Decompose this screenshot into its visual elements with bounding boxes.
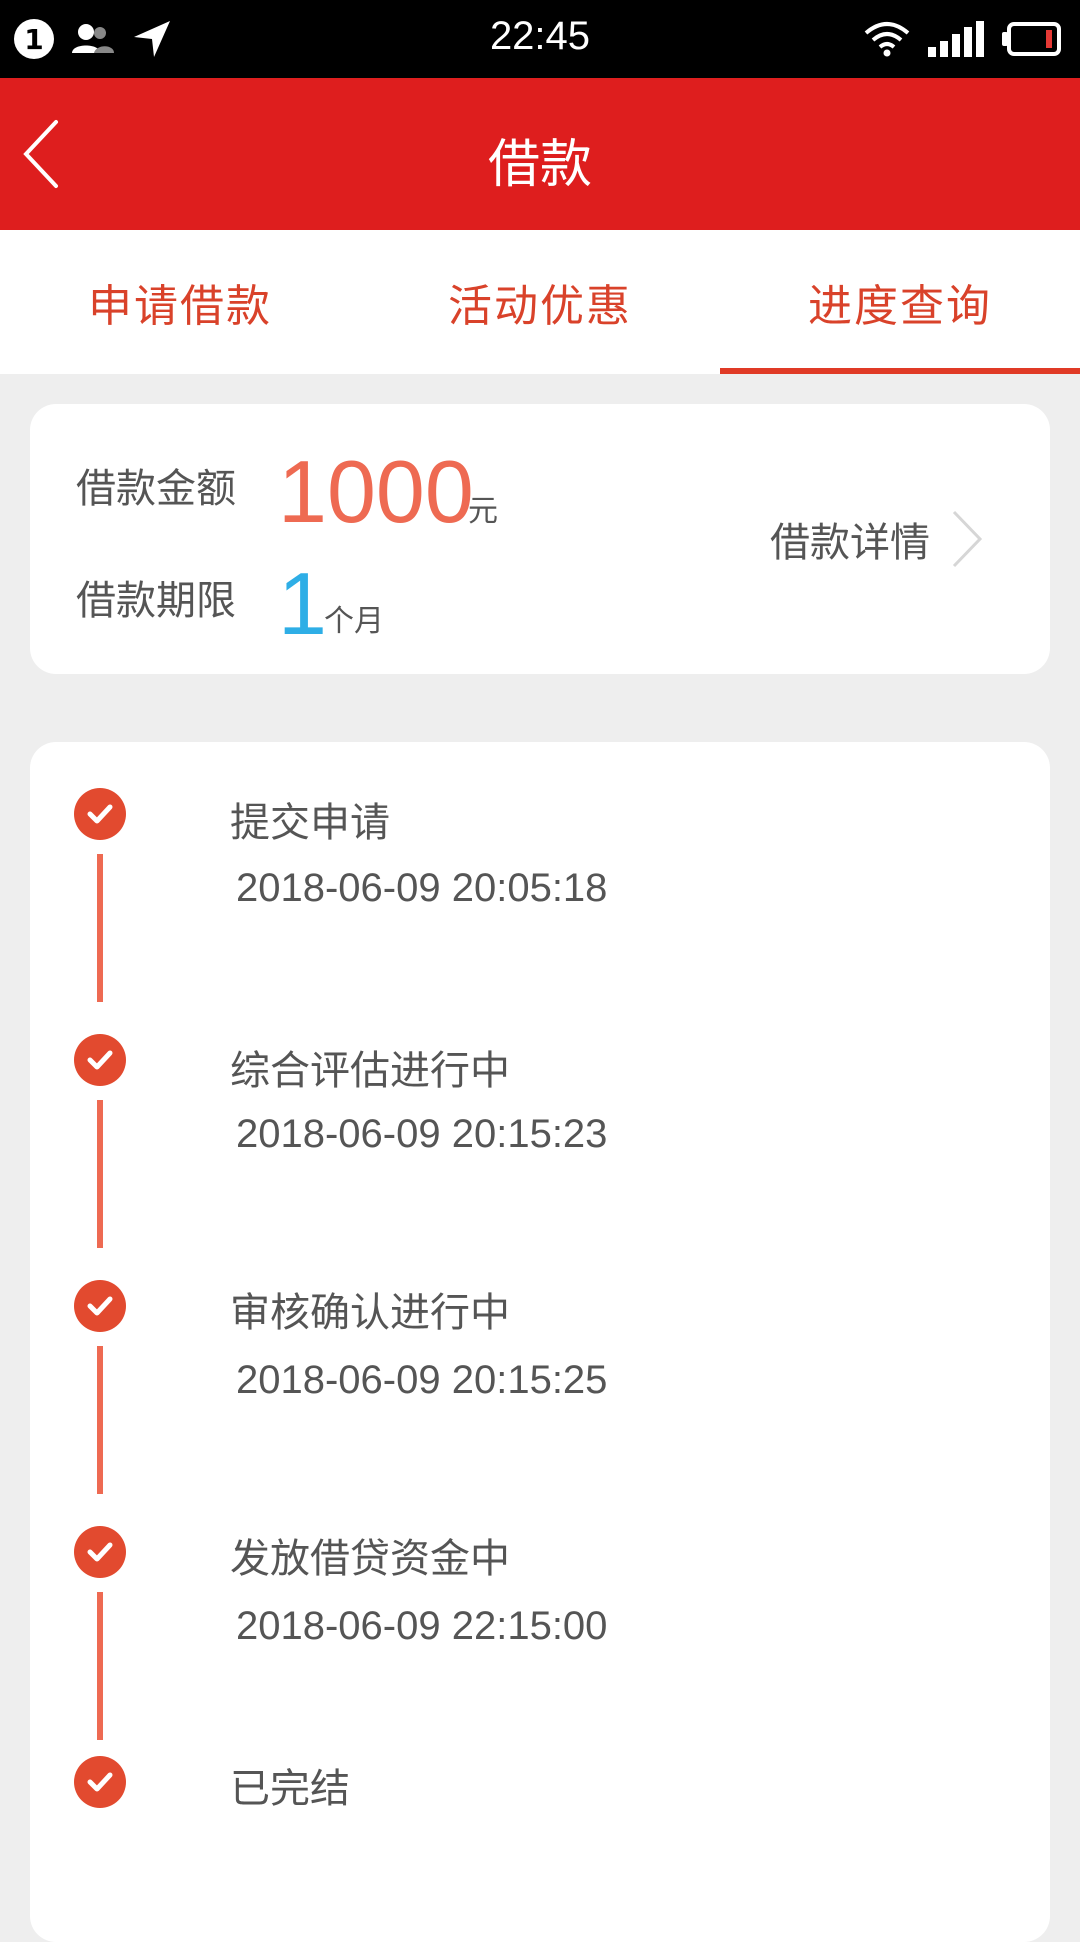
tab-progress[interactable]: 进度查询 (720, 230, 1080, 374)
step-check-icon (74, 788, 126, 840)
step-connector (97, 1346, 103, 1494)
app-header: 借款 (0, 78, 1080, 230)
term-value: 1 (278, 554, 327, 653)
loan-summary-card: 借款金额 1000 元 借款期限 1 个月 借款详情 (30, 404, 1050, 674)
chevron-right-icon (952, 510, 983, 568)
battery-icon (1002, 22, 1061, 56)
step-title: 提交申请 (230, 800, 390, 846)
step-check-icon (74, 1526, 126, 1578)
amount-label: 借款金额 (76, 466, 236, 512)
status-bar: 1 22:45 (0, 0, 1080, 78)
step-connector (97, 854, 103, 1002)
step-connector (97, 1100, 103, 1248)
term-unit: 个月 (324, 604, 384, 639)
step-time: 2018-06-09 20:15:23 (236, 1112, 608, 1156)
step-title: 已完结 (230, 1766, 350, 1812)
wifi-icon (864, 22, 910, 57)
step-title: 发放借贷资金中 (230, 1536, 510, 1582)
loan-detail-link[interactable]: 借款详情 (770, 504, 984, 574)
progress-timeline-card: 提交申请 2018-06-09 20:05:18 综合评估进行中 2018-06… (30, 742, 1050, 1942)
step-time: 2018-06-09 20:05:18 (236, 866, 608, 910)
tab-bar: 申请借款 活动优惠 进度查询 (0, 230, 1080, 374)
step-check-icon (74, 1034, 126, 1086)
step-time: 2018-06-09 22:15:00 (236, 1604, 608, 1648)
step-check-icon (74, 1756, 126, 1808)
loan-detail-label: 借款详情 (770, 520, 930, 566)
step-connector (97, 1592, 103, 1740)
step-title: 审核确认进行中 (230, 1290, 510, 1336)
active-tab-indicator (720, 368, 1080, 374)
term-label: 借款期限 (76, 578, 236, 624)
status-right (864, 18, 1062, 60)
step-title: 综合评估进行中 (230, 1048, 510, 1094)
tab-apply-loan[interactable]: 申请借款 (0, 230, 360, 374)
tab-promotions[interactable]: 活动优惠 (360, 230, 720, 374)
signal-icon (928, 21, 984, 57)
amount-value: 1000 (278, 442, 474, 541)
step-time: 2018-06-09 20:15:25 (236, 1358, 608, 1402)
amount-unit: 元 (468, 494, 498, 529)
page-title: 借款 (487, 135, 592, 195)
step-check-icon (74, 1280, 126, 1332)
